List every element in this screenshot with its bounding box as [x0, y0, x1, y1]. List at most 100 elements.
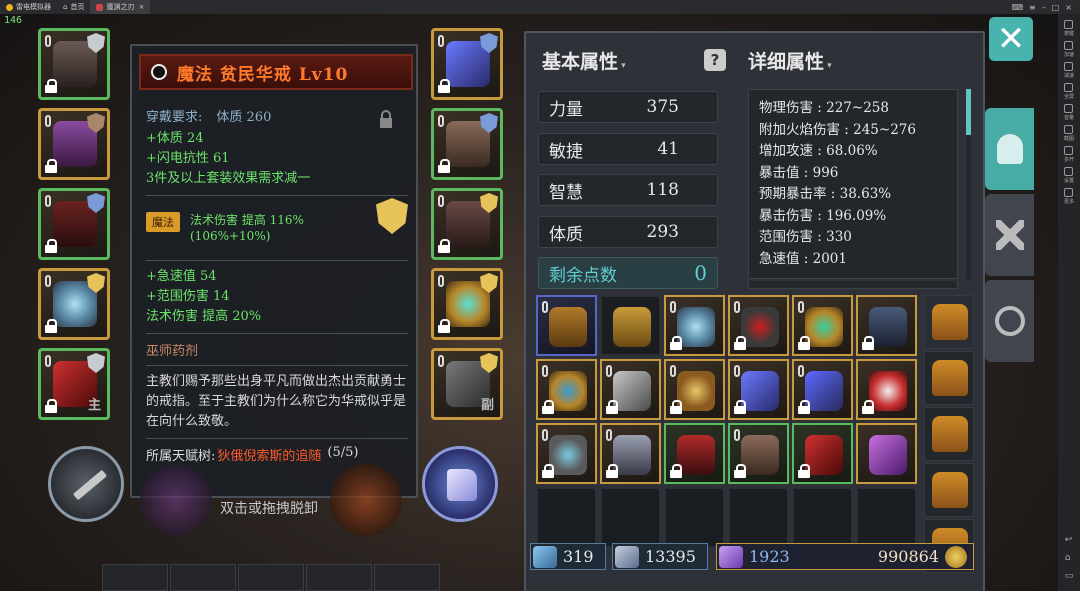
quickbar-slot[interactable]: [238, 564, 304, 591]
inventory-slot[interactable]: [664, 359, 725, 420]
blades-icon: [613, 371, 651, 411]
detail-attrs-header[interactable]: 详细属性: [748, 47, 832, 74]
inventory-slot-empty[interactable]: [600, 487, 661, 548]
inventory-slot[interactable]: [536, 295, 597, 356]
sidebar-item-multi[interactable]: 多开: [1064, 146, 1074, 163]
minimize-icon[interactable]: –: [1042, 3, 1046, 12]
inventory-slot-empty[interactable]: [792, 487, 853, 548]
sidebar-item-settings[interactable]: 设置: [1064, 167, 1074, 184]
sidebar-item-volume[interactable]: 音量: [1064, 104, 1074, 121]
home-nav-icon[interactable]: ⌂: [1065, 553, 1074, 563]
inventory-slot-empty[interactable]: [728, 487, 789, 548]
inventory-slot[interactable]: [600, 359, 661, 420]
skill-button-2[interactable]: [330, 464, 402, 536]
menu-icon[interactable]: ≡: [1029, 3, 1036, 12]
back-icon[interactable]: ↩: [1065, 535, 1074, 545]
detail-scrollbar[interactable]: [966, 89, 971, 279]
gamepad-icon[interactable]: ⌨: [1011, 3, 1023, 12]
tab-close-icon[interactable]: ×: [139, 3, 145, 11]
dash-skill-button[interactable]: [422, 446, 498, 522]
quickbar-slot[interactable]: [102, 564, 168, 591]
inventory-slot[interactable]: [536, 423, 597, 484]
basic-attrs-header[interactable]: 基本属性: [542, 47, 626, 74]
sidebar-item-speedup[interactable]: 加速: [1064, 41, 1074, 58]
maximize-icon[interactable]: □: [1052, 3, 1060, 12]
emulator-logo-icon: [6, 3, 13, 11]
tab-equipment[interactable]: [985, 108, 1034, 190]
inventory-slot[interactable]: [792, 359, 853, 420]
equip-slot-chest[interactable]: [38, 188, 110, 260]
stat-value: 41: [657, 139, 679, 159]
equip-slot-off-weapon[interactable]: 副: [431, 348, 503, 420]
sidebar-item-screenshot[interactable]: 截图: [1064, 125, 1074, 142]
inventory-slot[interactable]: [856, 423, 917, 484]
chain-icon: [606, 365, 612, 377]
sidebar-item-more[interactable]: 更多: [1064, 188, 1074, 205]
recents-icon[interactable]: ▭: [1065, 571, 1074, 581]
equip-slot-helmet[interactable]: [38, 28, 110, 100]
inventory-slot[interactable]: [856, 295, 917, 356]
bag-tab-2[interactable]: [924, 351, 974, 405]
lock-icon: [670, 400, 682, 414]
chain-icon: [670, 365, 676, 377]
scroll-thumb[interactable]: [966, 89, 971, 135]
magic-tag: 魔法: [146, 212, 180, 232]
gold-rank-shield-icon: [376, 198, 408, 234]
inventory-slot[interactable]: [728, 423, 789, 484]
tab-talents[interactable]: [985, 280, 1034, 362]
bag-tab-1[interactable]: [924, 295, 974, 349]
inventory-slot-empty[interactable]: [664, 487, 725, 548]
equip-slot-amulet[interactable]: [431, 28, 503, 100]
helmet-tab-icon: [996, 134, 1023, 164]
sidebar-label: 设置: [1063, 178, 1074, 184]
bag-tab-3[interactable]: [924, 407, 974, 461]
inventory-slot[interactable]: [600, 423, 661, 484]
sidebar-item-fullscreen[interactable]: 全屏: [1064, 83, 1074, 100]
emulator-titlebar: 雷电模拟器 ⌂ 首页 魔渊之刃 × ⌨ ≡ – □ ×: [0, 0, 1080, 14]
inventory-slot[interactable]: [792, 295, 853, 356]
equip-slot-shoulder[interactable]: [38, 108, 110, 180]
inventory-slot[interactable]: [600, 295, 661, 356]
skill-button-1[interactable]: [140, 464, 212, 536]
tab-home[interactable]: ⌂ 首页: [57, 0, 90, 14]
inventory-slot[interactable]: [856, 359, 917, 420]
tab-game[interactable]: 魔渊之刃 ×: [90, 0, 151, 14]
lock-icon: [734, 464, 746, 478]
close-button[interactable]: ✕: [989, 17, 1033, 61]
bag-icon: [932, 304, 968, 340]
lock-icon: [606, 400, 618, 414]
inventory-slot[interactable]: [792, 423, 853, 484]
sidebar-item-slowdown[interactable]: 减速: [1064, 62, 1074, 79]
chain-icon: [438, 275, 444, 287]
extra-attr: +急速值 54: [146, 269, 217, 284]
emulator-logo[interactable]: 雷电模拟器: [0, 0, 57, 14]
bag-tab-4[interactable]: [924, 463, 974, 517]
inventory-slot[interactable]: [664, 423, 725, 484]
chain-icon: [438, 195, 444, 207]
backpack-icon: [613, 307, 651, 347]
quickbar-slot[interactable]: [170, 564, 236, 591]
sidebar-item-keys[interactable]: 按键: [1064, 20, 1074, 37]
equip-slot-boots[interactable]: [431, 188, 503, 260]
quickbar-slot[interactable]: [374, 564, 440, 591]
inventory-slot[interactable]: [664, 295, 725, 356]
divider: [146, 438, 408, 439]
equip-slot-ring-left[interactable]: [38, 268, 110, 340]
detail-attrs-list[interactable]: 物理伤害 : 227~258 附加火焰伤害 : 245~276 增加攻速 : 6…: [748, 89, 958, 279]
equip-slot-main-weapon[interactable]: 主: [38, 348, 110, 420]
quickbar-slot[interactable]: [306, 564, 372, 591]
equip-slot-gloves[interactable]: [431, 108, 503, 180]
inventory-slot[interactable]: [728, 295, 789, 356]
slowdown-icon: [1064, 62, 1074, 71]
tab-home-label: 首页: [70, 3, 85, 11]
close-window-icon[interactable]: ×: [1065, 3, 1072, 12]
tab-skills[interactable]: [985, 194, 1034, 276]
lock-icon: [542, 400, 554, 414]
equip-slot-ring-right[interactable]: [431, 268, 503, 340]
inventory-slot[interactable]: [728, 359, 789, 420]
inventory-slot[interactable]: [536, 359, 597, 420]
inventory-slot-empty[interactable]: [536, 487, 597, 548]
attack-button[interactable]: [48, 446, 124, 522]
help-icon[interactable]: ?: [704, 49, 726, 71]
inventory-slot-empty[interactable]: [856, 487, 917, 548]
